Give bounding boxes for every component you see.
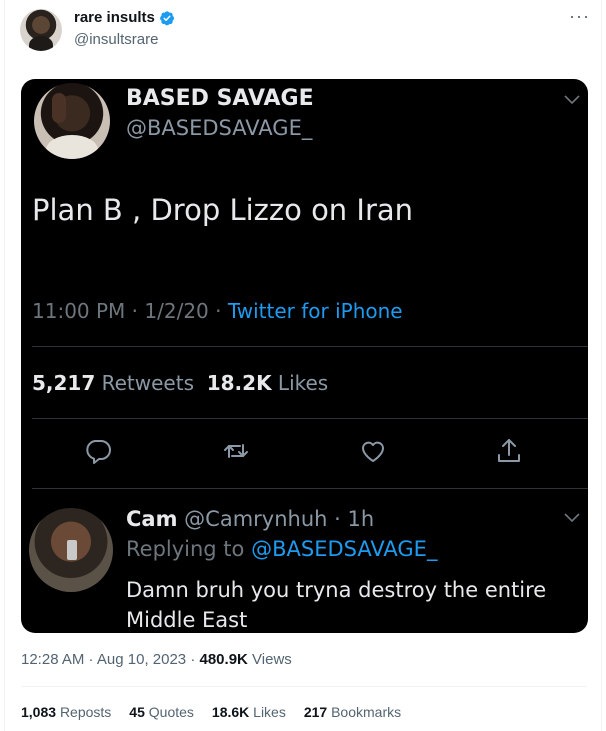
reply-author-avatar bbox=[29, 508, 113, 592]
verified-badge-icon bbox=[159, 10, 174, 25]
chevron-down-icon bbox=[564, 513, 580, 523]
more-options-icon[interactable]: ··· bbox=[569, 6, 590, 27]
divider bbox=[32, 418, 588, 419]
embedded-screenshot[interactable]: BASED SAVAGE @BASEDSAVAGE_ Plan B , Drop… bbox=[21, 79, 588, 633]
embedded-author-name: BASED SAVAGE bbox=[126, 86, 314, 111]
share-icon bbox=[494, 436, 524, 466]
tweet-date[interactable]: Aug 10, 2023 bbox=[97, 651, 186, 668]
reposts-count: 1,083 bbox=[21, 704, 57, 720]
quotes-link[interactable]: 45 Quotes bbox=[129, 704, 194, 720]
embedded-likes-label: Likes bbox=[277, 371, 329, 395]
author-name-row[interactable]: rare insults bbox=[74, 9, 175, 26]
embedded-tweet-time: 11:00 PM bbox=[32, 299, 126, 323]
embedded-retweets-label: Retweets bbox=[101, 371, 194, 395]
quotes-label: Quotes bbox=[148, 704, 194, 720]
likes-link[interactable]: 18.6K Likes bbox=[212, 704, 286, 720]
embedded-tweet-source: Twitter for iPhone bbox=[227, 299, 403, 323]
divider bbox=[32, 488, 588, 489]
reply-age: 1h bbox=[347, 507, 375, 531]
bookmarks-count: 217 bbox=[303, 704, 328, 720]
replying-to: Replying to @BASEDSAVAGE_ bbox=[126, 537, 437, 561]
reply-author-name: Cam bbox=[126, 507, 178, 531]
likes-label: Likes bbox=[253, 704, 286, 720]
embedded-author-handle: @BASEDSAVAGE_ bbox=[126, 116, 313, 140]
views-label: Views bbox=[252, 651, 292, 668]
embedded-likes-count: 18.2K bbox=[206, 371, 272, 395]
reply-text: Damn bruh you tryna destroy the entire M… bbox=[126, 578, 547, 632]
author-name[interactable]: rare insults bbox=[74, 9, 155, 26]
embedded-tweet-stats: 5,217 Retweets 18.2K Likes bbox=[32, 371, 328, 395]
reposts-link[interactable]: 1,083 Reposts bbox=[21, 704, 111, 720]
embedded-tweet-meta: 11:00 PM · 1/2/20 · Twitter for iPhone bbox=[32, 299, 403, 323]
views-count: 480.9K bbox=[199, 651, 248, 668]
chevron-down-icon bbox=[564, 95, 580, 105]
bookmarks-link[interactable]: 217 Bookmarks bbox=[304, 704, 401, 720]
author-avatar[interactable] bbox=[20, 9, 62, 51]
engagement-counts: 1,083 Reposts 45 Quotes 18.6K Likes 217 … bbox=[21, 704, 401, 720]
retweet-icon bbox=[221, 436, 251, 466]
tweet-time[interactable]: 12:28 AM bbox=[21, 651, 84, 668]
divider bbox=[32, 346, 588, 347]
replying-to-prefix: Replying to bbox=[126, 537, 245, 561]
likes-count: 18.6K bbox=[211, 704, 250, 720]
reply-author-handle: @Camrynhuh bbox=[184, 507, 328, 531]
bookmarks-label: Bookmarks bbox=[331, 704, 402, 720]
embedded-tweet-date: 1/2/20 bbox=[144, 299, 209, 323]
replying-to-mention: @BASEDSAVAGE_ bbox=[251, 537, 438, 561]
reply-icon bbox=[83, 436, 113, 466]
author-handle[interactable]: @insultsrare bbox=[74, 31, 158, 48]
divider bbox=[21, 686, 587, 687]
reposts-label: Reposts bbox=[59, 704, 112, 720]
embedded-author-avatar bbox=[34, 83, 110, 159]
embedded-retweets-count: 5,217 bbox=[32, 371, 96, 395]
tweet-timestamp: 12:28 AM · Aug 10, 2023 · 480.9K Views bbox=[21, 651, 292, 668]
reply-author-row: Cam @Camrynhuh · 1h bbox=[126, 507, 375, 531]
quotes-count: 45 bbox=[129, 704, 145, 720]
like-icon bbox=[358, 436, 388, 466]
embedded-tweet-text: Plan B , Drop Lizzo on Iran bbox=[32, 193, 414, 227]
